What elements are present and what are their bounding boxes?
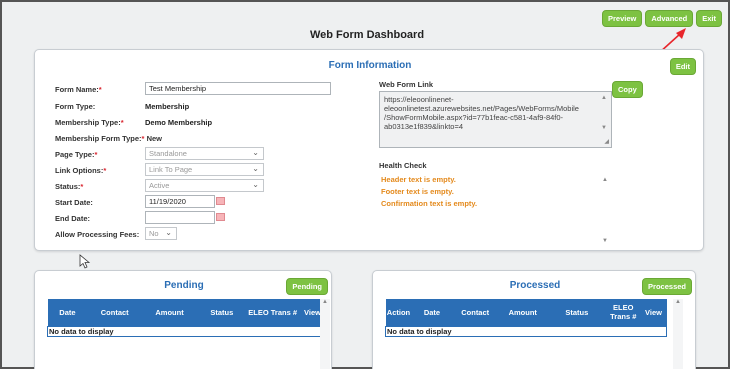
allow-processing-fees-select[interactable]: No ⌄ [145,227,177,240]
health-check-message: Footer text is empty. [381,187,454,196]
column-header-trans[interactable]: ELEO Trans # [246,299,299,326]
processed-scrollbar[interactable]: ▲ [673,299,683,369]
calendar-icon[interactable] [216,197,225,205]
form-information-title: Form Information [328,60,412,71]
calendar-icon[interactable] [216,213,225,221]
pending-button[interactable]: Pending [286,278,328,295]
health-check-label: Health Check [379,161,427,170]
column-header-contact[interactable]: Contact [87,299,143,326]
pending-table: Date Contact Amount Status ELEO Trans # … [47,299,327,337]
allow-processing-fees-label: Allow Processing Fees: [55,230,140,239]
form-name-input[interactable]: Test Membership [145,82,331,95]
chevron-down-icon: ⌄ [252,148,259,157]
page-type-select[interactable]: Standalone ⌄ [145,147,264,160]
chevron-down-icon: ⌄ [252,180,259,189]
scroll-up-icon[interactable]: ▲ [602,174,608,186]
copy-button[interactable]: Copy [612,81,643,98]
membership-form-type-label: Membership Form Type:* New [55,134,162,143]
processed-button[interactable]: Processed [642,278,692,295]
status-label: Status:* [55,182,84,191]
scroll-up-icon[interactable]: ▲ [320,299,330,305]
app-window: Preview Advanced Exit Web Form Dashboard… [0,0,730,369]
page-title: Web Form Dashboard [309,29,425,41]
membership-type-value: Demo Membership [145,118,213,127]
web-form-link-textarea[interactable]: https://eleoonlinenet- eleoonlinetest.az… [379,91,612,148]
form-type-label: Form Type: [55,102,96,111]
pending-panel: Pending Pending Date Contact Amount Stat… [34,270,332,369]
health-check-message: Header text is empty. [381,175,456,184]
column-header-view[interactable]: View [640,299,667,326]
form-information-panel: Form Information Edit Form Name:* Test M… [34,49,704,251]
table-header-row: Action Date Contact Amount Status ELEO T… [385,299,667,326]
processed-table: Action Date Contact Amount Status ELEO T… [385,299,667,337]
end-date-label: End Date: [55,214,91,223]
column-header-amount[interactable]: Amount [497,299,548,326]
table-row: No data to display [385,325,667,337]
scroll-down-icon[interactable]: ▼ [602,235,608,247]
scroll-up-icon[interactable]: ▲ [601,94,607,103]
column-header-date[interactable]: Date [47,299,88,326]
processed-panel: Processed Processed Action Date Contact … [372,270,696,369]
web-form-link-label: Web Form Link [379,80,434,89]
health-check-message: Confirmation text is empty. [381,199,478,208]
column-header-action[interactable]: Action [385,299,412,326]
health-check-list: Header text is empty. Footer text is emp… [379,171,612,244]
pending-scrollbar[interactable]: ▲ [320,299,330,369]
start-date-label: Start Date: [55,198,93,207]
scroll-down-icon[interactable]: ▼ [601,124,607,133]
mouse-cursor-icon [79,254,91,269]
start-date-input[interactable]: 11/19/2020 [145,195,215,208]
column-header-status[interactable]: Status [547,299,606,326]
table-header-row: Date Contact Amount Status ELEO Trans # … [47,299,327,326]
empty-message: No data to display [47,325,327,337]
scroll-up-icon[interactable]: ▲ [673,299,683,305]
link-options-label: Link Options:* [55,166,107,175]
column-header-date[interactable]: Date [411,299,453,326]
empty-message: No data to display [385,325,667,337]
end-date-input[interactable] [145,211,215,224]
column-header-amount[interactable]: Amount [142,299,197,326]
column-header-contact[interactable]: Contact [452,299,498,326]
form-name-label: Form Name:* [55,85,102,94]
column-header-trans[interactable]: ELEO Trans # [605,299,641,326]
edit-button[interactable]: Edit [669,58,696,75]
table-row: No data to display [47,325,327,337]
status-select[interactable]: Active ⌄ [145,179,264,192]
page-type-label: Page Type:* [55,150,98,159]
membership-form-type-value: New [146,134,162,143]
column-header-status[interactable]: Status [196,299,247,326]
chevron-down-icon: ⌄ [252,164,259,173]
resize-grip-icon[interactable]: ◢ [604,138,609,147]
chevron-down-icon: ⌄ [165,228,172,237]
link-options-select[interactable]: Link To Page ⌄ [145,163,264,176]
form-type-value: Membership [145,102,190,111]
membership-type-label: Membership Type:* [55,118,124,127]
